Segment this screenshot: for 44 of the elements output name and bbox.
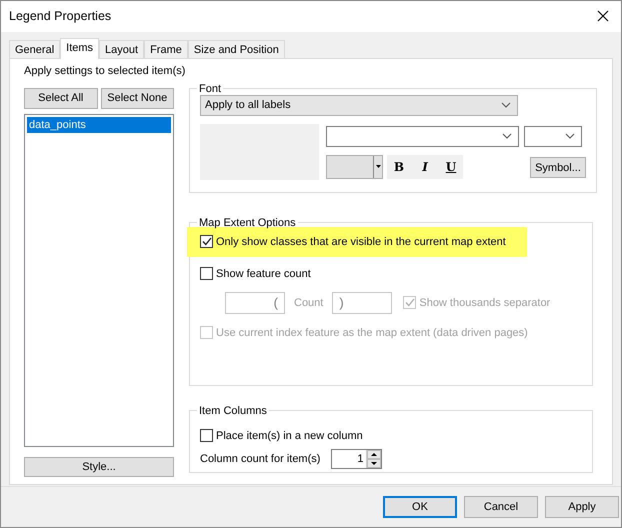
close-icon[interactable]: [597, 10, 609, 22]
column-count-spinner[interactable]: 1: [331, 448, 382, 469]
tab[interactable]: Frame: [144, 40, 188, 58]
prefix-field[interactable]: (: [225, 292, 285, 314]
tab[interactable]: Layout: [99, 40, 144, 58]
option-label[interactable]: Show feature count: [216, 268, 311, 280]
chevron-icon: [565, 133, 575, 140]
group-title: Font: [198, 82, 222, 95]
group-title: Map Extent Options: [198, 216, 297, 229]
checkbox[interactable]: [200, 267, 213, 280]
chevron-icon: [501, 102, 511, 108]
color-dropdown[interactable]: [326, 154, 383, 179]
checkbox[interactable]: [200, 235, 213, 248]
option-label[interactable]: Place item(s) in a new column: [216, 430, 363, 442]
down-triangle-icon: [371, 462, 378, 465]
style-button[interactable]: Style...: [24, 456, 174, 477]
suffix-field[interactable]: ): [332, 292, 392, 314]
label-dropdown[interactable]: Apply to all labels: [200, 94, 518, 116]
tab[interactable]: Size and Position: [188, 40, 285, 58]
italic-button[interactable]: I: [419, 160, 431, 174]
group-title: Item Columns: [198, 404, 268, 417]
caret-icon: [376, 165, 380, 168]
window-title: Legend Properties: [9, 9, 112, 24]
spin-up-button[interactable]: [367, 450, 382, 459]
up-triangle-icon: [371, 452, 378, 456]
tab[interactable]: Items: [60, 38, 100, 59]
dialog-button[interactable]: Cancel: [464, 496, 538, 518]
caption-label: Apply settings to selected item(s): [24, 64, 186, 79]
list-item[interactable]: data_points: [27, 116, 171, 133]
underline-button[interactable]: U: [445, 160, 457, 174]
symbol-button[interactable]: Symbol...: [530, 157, 586, 178]
select-button[interactable]: Select None: [100, 88, 174, 109]
font-name-dropdown[interactable]: [326, 126, 519, 147]
chevron-icon: [502, 133, 512, 140]
option-label[interactable]: Only show classes that are visible in the current map extent: [216, 236, 506, 248]
dialog-button[interactable]: Apply: [545, 496, 619, 518]
column-count-label: Column count for item(s): [200, 452, 320, 465]
dialog-button[interactable]: OK: [383, 496, 457, 518]
font-size-dropdown[interactable]: [524, 126, 582, 147]
checkbox[interactable]: [200, 429, 213, 442]
tab[interactable]: General: [9, 40, 60, 58]
count-label: Count: [294, 296, 324, 309]
bold-button[interactable]: B: [393, 160, 405, 174]
select-button[interactable]: Select All: [24, 88, 98, 109]
